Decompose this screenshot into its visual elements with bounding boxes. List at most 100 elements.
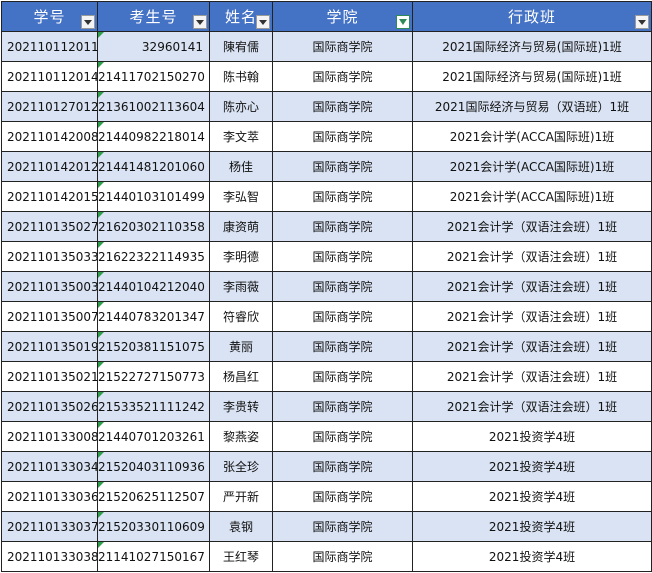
cell-exam-number[interactable]: 21520625112507 <box>97 481 210 512</box>
cell-exam-number[interactable]: 21620302110358 <box>97 211 210 242</box>
cell-name[interactable]: 黎燕姿 <box>209 421 273 452</box>
filter-dropdown-icon[interactable] <box>635 15 649 29</box>
cell-class[interactable]: 2021投资学4班 <box>412 481 652 512</box>
cell-student-id[interactable]: 202110133008 <box>1 421 98 452</box>
cell-exam-number[interactable]: 21440701203261 <box>97 421 210 452</box>
cell-class[interactable]: 2021投资学4班 <box>412 511 652 542</box>
cell-college[interactable]: 国际商学院 <box>272 421 413 452</box>
cell-exam-number[interactable]: 21361002113604 <box>97 91 210 122</box>
cell-class[interactable]: 2021会计学（双语注会班）1班 <box>412 361 652 392</box>
cell-student-id[interactable]: 202110135019 <box>1 331 98 362</box>
cell-college[interactable]: 国际商学院 <box>272 31 413 62</box>
cell-name[interactable]: 陳宥儒 <box>209 31 273 62</box>
cell-college[interactable]: 国际商学院 <box>272 361 413 392</box>
cell-exam-number[interactable]: 21440103101499 <box>97 181 210 212</box>
cell-student-id[interactable]: 202110112014 <box>1 61 98 92</box>
cell-name[interactable]: 袁钢 <box>209 511 273 542</box>
cell-name[interactable]: 符睿欣 <box>209 301 273 332</box>
cell-college[interactable]: 国际商学院 <box>272 511 413 542</box>
cell-class[interactable]: 2021会计学（双语注会班）1班 <box>412 211 652 242</box>
cell-college[interactable]: 国际商学院 <box>272 331 413 362</box>
cell-exam-number[interactable]: 21520330110609 <box>97 511 210 542</box>
cell-exam-number[interactable]: 21440783201347 <box>97 301 210 332</box>
cell-name[interactable]: 李弘智 <box>209 181 273 212</box>
cell-name[interactable]: 张全珍 <box>209 451 273 482</box>
cell-exam-number[interactable]: 32960141 <box>97 31 210 62</box>
header-college[interactable]: 学院 <box>272 1 413 32</box>
cell-name[interactable]: 王红琴 <box>209 541 273 572</box>
cell-name[interactable]: 严开新 <box>209 481 273 512</box>
cell-college[interactable]: 国际商学院 <box>272 121 413 152</box>
cell-exam-number[interactable]: 21520403110936 <box>97 451 210 482</box>
cell-student-id[interactable]: 202110135026 <box>1 391 98 422</box>
cell-name[interactable]: 李雨薇 <box>209 271 273 302</box>
cell-exam-number[interactable]: 21522727150773 <box>97 361 210 392</box>
filter-dropdown-icon[interactable] <box>193 15 207 29</box>
cell-class[interactable]: 2021会计学(ACCA国际班)1班 <box>412 151 652 182</box>
cell-exam-number[interactable]: 21141027150167 <box>97 541 210 572</box>
cell-class[interactable]: 2021会计学（双语注会班）1班 <box>412 301 652 332</box>
cell-student-id[interactable]: 202110142015 <box>1 181 98 212</box>
cell-college[interactable]: 国际商学院 <box>272 481 413 512</box>
cell-student-id[interactable]: 202110135027 <box>1 211 98 242</box>
cell-student-id[interactable]: 202110135007 <box>1 301 98 332</box>
cell-student-id[interactable]: 202110112011 <box>1 31 98 62</box>
cell-class[interactable]: 2021会计学（双语注会班）1班 <box>412 241 652 272</box>
cell-college[interactable]: 国际商学院 <box>272 181 413 212</box>
cell-college[interactable]: 国际商学院 <box>272 61 413 92</box>
cell-name[interactable]: 陈亦心 <box>209 91 273 122</box>
header-student-id[interactable]: 学号 <box>1 1 98 32</box>
cell-student-id[interactable]: 202110142008 <box>1 121 98 152</box>
cell-college[interactable]: 国际商学院 <box>272 91 413 122</box>
cell-name[interactable]: 杨昌红 <box>209 361 273 392</box>
cell-exam-number[interactable]: 21441481201060 <box>97 151 210 182</box>
cell-student-id[interactable]: 202110142012 <box>1 151 98 182</box>
cell-class[interactable]: 2021会计学（双语注会班）1班 <box>412 391 652 422</box>
cell-name[interactable]: 康资萌 <box>209 211 273 242</box>
cell-class[interactable]: 2021国际经济与贸易（双语班）1班 <box>412 91 652 122</box>
cell-class[interactable]: 2021投资学4班 <box>412 541 652 572</box>
cell-college[interactable]: 国际商学院 <box>272 211 413 242</box>
cell-exam-number[interactable]: 21520381151075 <box>97 331 210 362</box>
cell-college[interactable]: 国际商学院 <box>272 241 413 272</box>
header-name[interactable]: 姓名 <box>209 1 273 32</box>
cell-college[interactable]: 国际商学院 <box>272 451 413 482</box>
cell-class[interactable]: 2021国际经济与贸易(国际班)1班 <box>412 31 652 62</box>
cell-college[interactable]: 国际商学院 <box>272 151 413 182</box>
filter-active-icon[interactable] <box>396 15 410 29</box>
cell-college[interactable]: 国际商学院 <box>272 301 413 332</box>
cell-name[interactable]: 陈书翰 <box>209 61 273 92</box>
filter-dropdown-icon[interactable] <box>81 15 95 29</box>
header-exam-number[interactable]: 考生号 <box>97 1 210 32</box>
cell-student-id[interactable]: 202110135021 <box>1 361 98 392</box>
cell-exam-number[interactable]: 21440104212040 <box>97 271 210 302</box>
cell-exam-number[interactable]: 21411702150270 <box>97 61 210 92</box>
cell-class[interactable]: 2021会计学(ACCA国际班)1班 <box>412 121 652 152</box>
filter-dropdown-icon[interactable] <box>256 15 270 29</box>
cell-exam-number[interactable]: 21533521111242 <box>97 391 210 422</box>
cell-student-id[interactable]: 202110127012 <box>1 91 98 122</box>
cell-class[interactable]: 2021会计学（双语注会班）1班 <box>412 331 652 362</box>
cell-name[interactable]: 杨佳 <box>209 151 273 182</box>
cell-class[interactable]: 2021会计学（双语注会班）1班 <box>412 271 652 302</box>
cell-name[interactable]: 黄丽 <box>209 331 273 362</box>
cell-class[interactable]: 2021投资学4班 <box>412 421 652 452</box>
cell-exam-number[interactable]: 21440982218014 <box>97 121 210 152</box>
cell-student-id[interactable]: 202110135033 <box>1 241 98 272</box>
cell-class[interactable]: 2021会计学(ACCA国际班)1班 <box>412 181 652 212</box>
header-class[interactable]: 行政班 <box>412 1 652 32</box>
cell-name[interactable]: 李贵转 <box>209 391 273 422</box>
cell-name[interactable]: 李明德 <box>209 241 273 272</box>
cell-exam-number[interactable]: 21622322114935 <box>97 241 210 272</box>
cell-student-id[interactable]: 202110135003 <box>1 271 98 302</box>
cell-student-id[interactable]: 202110133037 <box>1 511 98 542</box>
cell-college[interactable]: 国际商学院 <box>272 541 413 572</box>
cell-student-id[interactable]: 202110133034 <box>1 451 98 482</box>
cell-class[interactable]: 2021投资学4班 <box>412 451 652 482</box>
cell-college[interactable]: 国际商学院 <box>272 271 413 302</box>
cell-college[interactable]: 国际商学院 <box>272 391 413 422</box>
cell-student-id[interactable]: 202110133038 <box>1 541 98 572</box>
cell-student-id[interactable]: 202110133036 <box>1 481 98 512</box>
cell-name[interactable]: 李文萃 <box>209 121 273 152</box>
cell-class[interactable]: 2021国际经济与贸易(国际班)1班 <box>412 61 652 92</box>
